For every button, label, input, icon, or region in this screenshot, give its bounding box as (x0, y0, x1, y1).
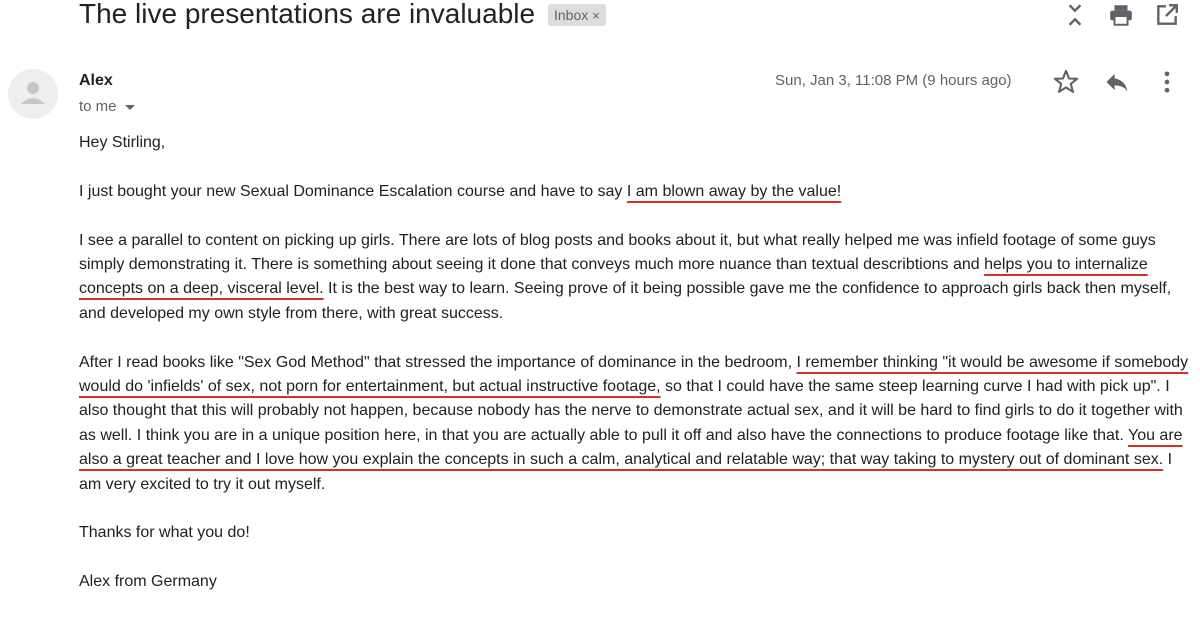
print-icon[interactable] (1108, 2, 1134, 28)
more-vert-icon[interactable] (1153, 68, 1181, 96)
thanks-line: Thanks for what you do! (79, 524, 250, 542)
recipient-label: to me (79, 98, 117, 115)
open-in-new-icon[interactable] (1154, 2, 1180, 28)
text-span: After I read books like "Sex God Method"… (79, 353, 797, 371)
paragraph-3: After I read books like "Sex God Method"… (79, 351, 1189, 497)
recipient-details-toggle[interactable]: to me (79, 98, 135, 115)
greeting: Hey Stirling, (79, 134, 166, 151)
reply-icon[interactable] (1103, 68, 1131, 96)
email-date: Sun, Jan 3, 11:08 PM (9 hours ago) (775, 72, 1012, 89)
sender-avatar[interactable] (8, 69, 58, 119)
star-icon[interactable] (1052, 68, 1080, 96)
label-text: Inbox (554, 7, 589, 23)
person-icon (21, 82, 45, 104)
email-body: Hey Stirling, I just bought your new Sex… (79, 131, 1189, 619)
highlighted-text: I am blown away by the value! (626, 182, 842, 200)
text-span: I just bought your new Sexual Dominance … (79, 182, 627, 200)
collapse-icon[interactable] (1062, 2, 1088, 28)
signature: Alex from Germany (79, 573, 217, 591)
inbox-label-chip[interactable]: Inbox × (548, 4, 606, 26)
paragraph-2: I see a parallel to content on picking u… (79, 229, 1189, 327)
paragraph-1: I just bought your new Sexual Dominance … (79, 180, 1189, 204)
sender-name[interactable]: Alex (79, 72, 113, 90)
email-subject: The live presentations are invaluable (79, 0, 536, 29)
remove-label-button[interactable]: × (592, 8, 600, 23)
caret-down-icon (124, 104, 135, 110)
